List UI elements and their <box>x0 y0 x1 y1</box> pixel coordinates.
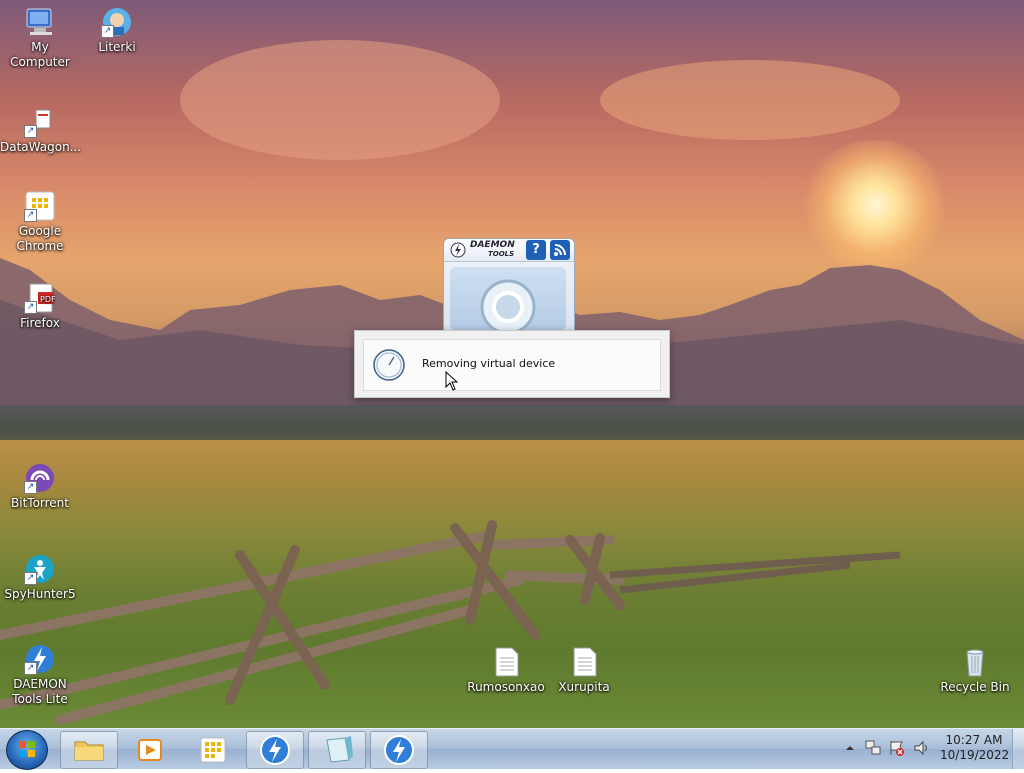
taskbar-notepad-button[interactable] <box>308 731 366 769</box>
taskbar-explorer-button[interactable] <box>60 731 118 769</box>
shortcut-arrow-icon: ↗ <box>24 572 37 585</box>
datawagon-icon: ↗ <box>24 106 56 138</box>
literki-icon: ↗ <box>101 6 133 38</box>
bittorrent-icon: ↗ <box>24 462 56 494</box>
taskbar-daemon-tools-button-2[interactable] <box>370 731 428 769</box>
spyhunter-icon: ↗ <box>24 553 56 585</box>
notepad-icon <box>326 736 353 763</box>
show-hidden-icons-button[interactable] <box>844 741 856 755</box>
mount-dial-icon[interactable] <box>450 267 566 335</box>
icon-label: Google Chrome <box>16 224 64 253</box>
speaker-icon <box>914 740 927 756</box>
volume-tray-button[interactable] <box>913 739 931 757</box>
desktop-icon-firefox[interactable]: PDF ↗ Firefox <box>0 282 80 331</box>
gadget-header: DAEMON TOOLS ? <box>444 239 574 262</box>
shortcut-arrow-icon: ↗ <box>24 125 37 138</box>
taskbar-media-player-button[interactable] <box>122 731 180 769</box>
desktop-icon-my-computer[interactable]: My Computer <box>0 6 80 70</box>
svg-text:PDF: PDF <box>40 295 56 304</box>
desktop-icon-daemon-tools[interactable]: ↗ DAEMON Tools Lite <box>0 643 80 707</box>
shortcut-arrow-icon: ↗ <box>24 209 37 222</box>
icon-label: DataWagon... <box>0 140 82 154</box>
computer-icon <box>24 6 56 38</box>
network-tray-button[interactable] <box>864 739 882 757</box>
pdf-icon: PDF ↗ <box>24 282 56 314</box>
clock-icon <box>373 349 405 381</box>
clock-date: 10/19/2022 <box>940 748 1010 762</box>
progress-notification: Removing virtual device <box>354 330 670 398</box>
icon-label: BitTorrent <box>11 496 69 510</box>
mouse-cursor-icon <box>445 371 459 391</box>
desktop-icon-google-chrome[interactable]: ↗ Google Chrome <box>0 190 80 254</box>
desktop-icon-spyhunter[interactable]: ↗ SpyHunter5 <box>0 553 80 602</box>
clock-time: 10:27 AM <box>945 733 1003 747</box>
desktop-icon-rumosonxao[interactable]: Rumosonxao <box>466 646 546 695</box>
desktop-icon-literki[interactable]: ↗ Literki <box>77 6 157 55</box>
action-center-tray-button[interactable] <box>888 739 906 757</box>
taskbar: 10:27 AM 10/19/2022 <box>0 728 1024 770</box>
show-desktop-button[interactable] <box>1012 729 1024 769</box>
desktop-wallpaper: My Computer ↗ Literki ↗ DataWagon... ↗ G… <box>0 0 1024 728</box>
clock[interactable]: 10:27 AM 10/19/2022 <box>940 733 1010 763</box>
text-file-icon <box>568 646 600 678</box>
text-file-icon <box>490 646 522 678</box>
shortcut-arrow-icon: ↗ <box>24 481 37 494</box>
media-player-icon <box>138 739 162 761</box>
icon-label: Rumosonxao <box>467 680 545 694</box>
icon-label: SpyHunter5 <box>4 587 76 601</box>
desktop-icon-datawagon[interactable]: ↗ DataWagon... <box>0 106 82 155</box>
desktop-icon-bittorrent[interactable]: ↗ BitTorrent <box>0 462 80 511</box>
recycle-bin-icon <box>959 646 991 678</box>
chevron-up-icon <box>846 746 854 750</box>
network-icon <box>865 740 881 755</box>
gadget-body <box>450 267 566 335</box>
gadget-title: DAEMON TOOLS <box>470 240 515 259</box>
icon-label: DAEMON Tools Lite <box>12 677 68 706</box>
start-button[interactable] <box>6 730 48 770</box>
daemon-tools-icon: ↗ <box>24 643 56 675</box>
action-center-flag-icon <box>890 741 904 756</box>
icon-label: Xurupita <box>558 680 610 694</box>
daemon-logo-icon <box>450 242 466 258</box>
chrome-shortcut-icon: ↗ <box>24 190 56 222</box>
shortcut-arrow-icon: ↗ <box>24 662 37 675</box>
rss-icon <box>554 244 566 256</box>
shortcut-arrow-icon: ↗ <box>101 25 114 38</box>
daemon-tools-icon <box>260 735 290 765</box>
daemon-tools-icon <box>384 735 414 765</box>
desktop-icon-xurupita[interactable]: Xurupita <box>544 646 624 695</box>
progress-message: Removing virtual device <box>422 357 556 370</box>
app-grid-icon <box>200 737 226 763</box>
desktop-icon-recycle-bin[interactable]: Recycle Bin <box>935 646 1015 695</box>
icon-label: Literki <box>98 40 136 54</box>
rss-button[interactable] <box>550 240 570 260</box>
icon-label: My Computer <box>10 40 70 69</box>
progress-panel: Removing virtual device <box>363 339 661 391</box>
taskbar-daemon-tools-button[interactable] <box>246 731 304 769</box>
windows-logo-icon <box>19 741 35 757</box>
taskbar-chrome-button[interactable] <box>184 731 242 769</box>
icon-label: Firefox <box>20 316 60 330</box>
daemon-tools-gadget[interactable]: DAEMON TOOLS ? <box>443 238 575 336</box>
folder-icon <box>74 741 104 761</box>
shortcut-arrow-icon: ↗ <box>24 301 37 314</box>
icon-label: Recycle Bin <box>940 680 1010 694</box>
help-button[interactable]: ? <box>526 240 546 260</box>
